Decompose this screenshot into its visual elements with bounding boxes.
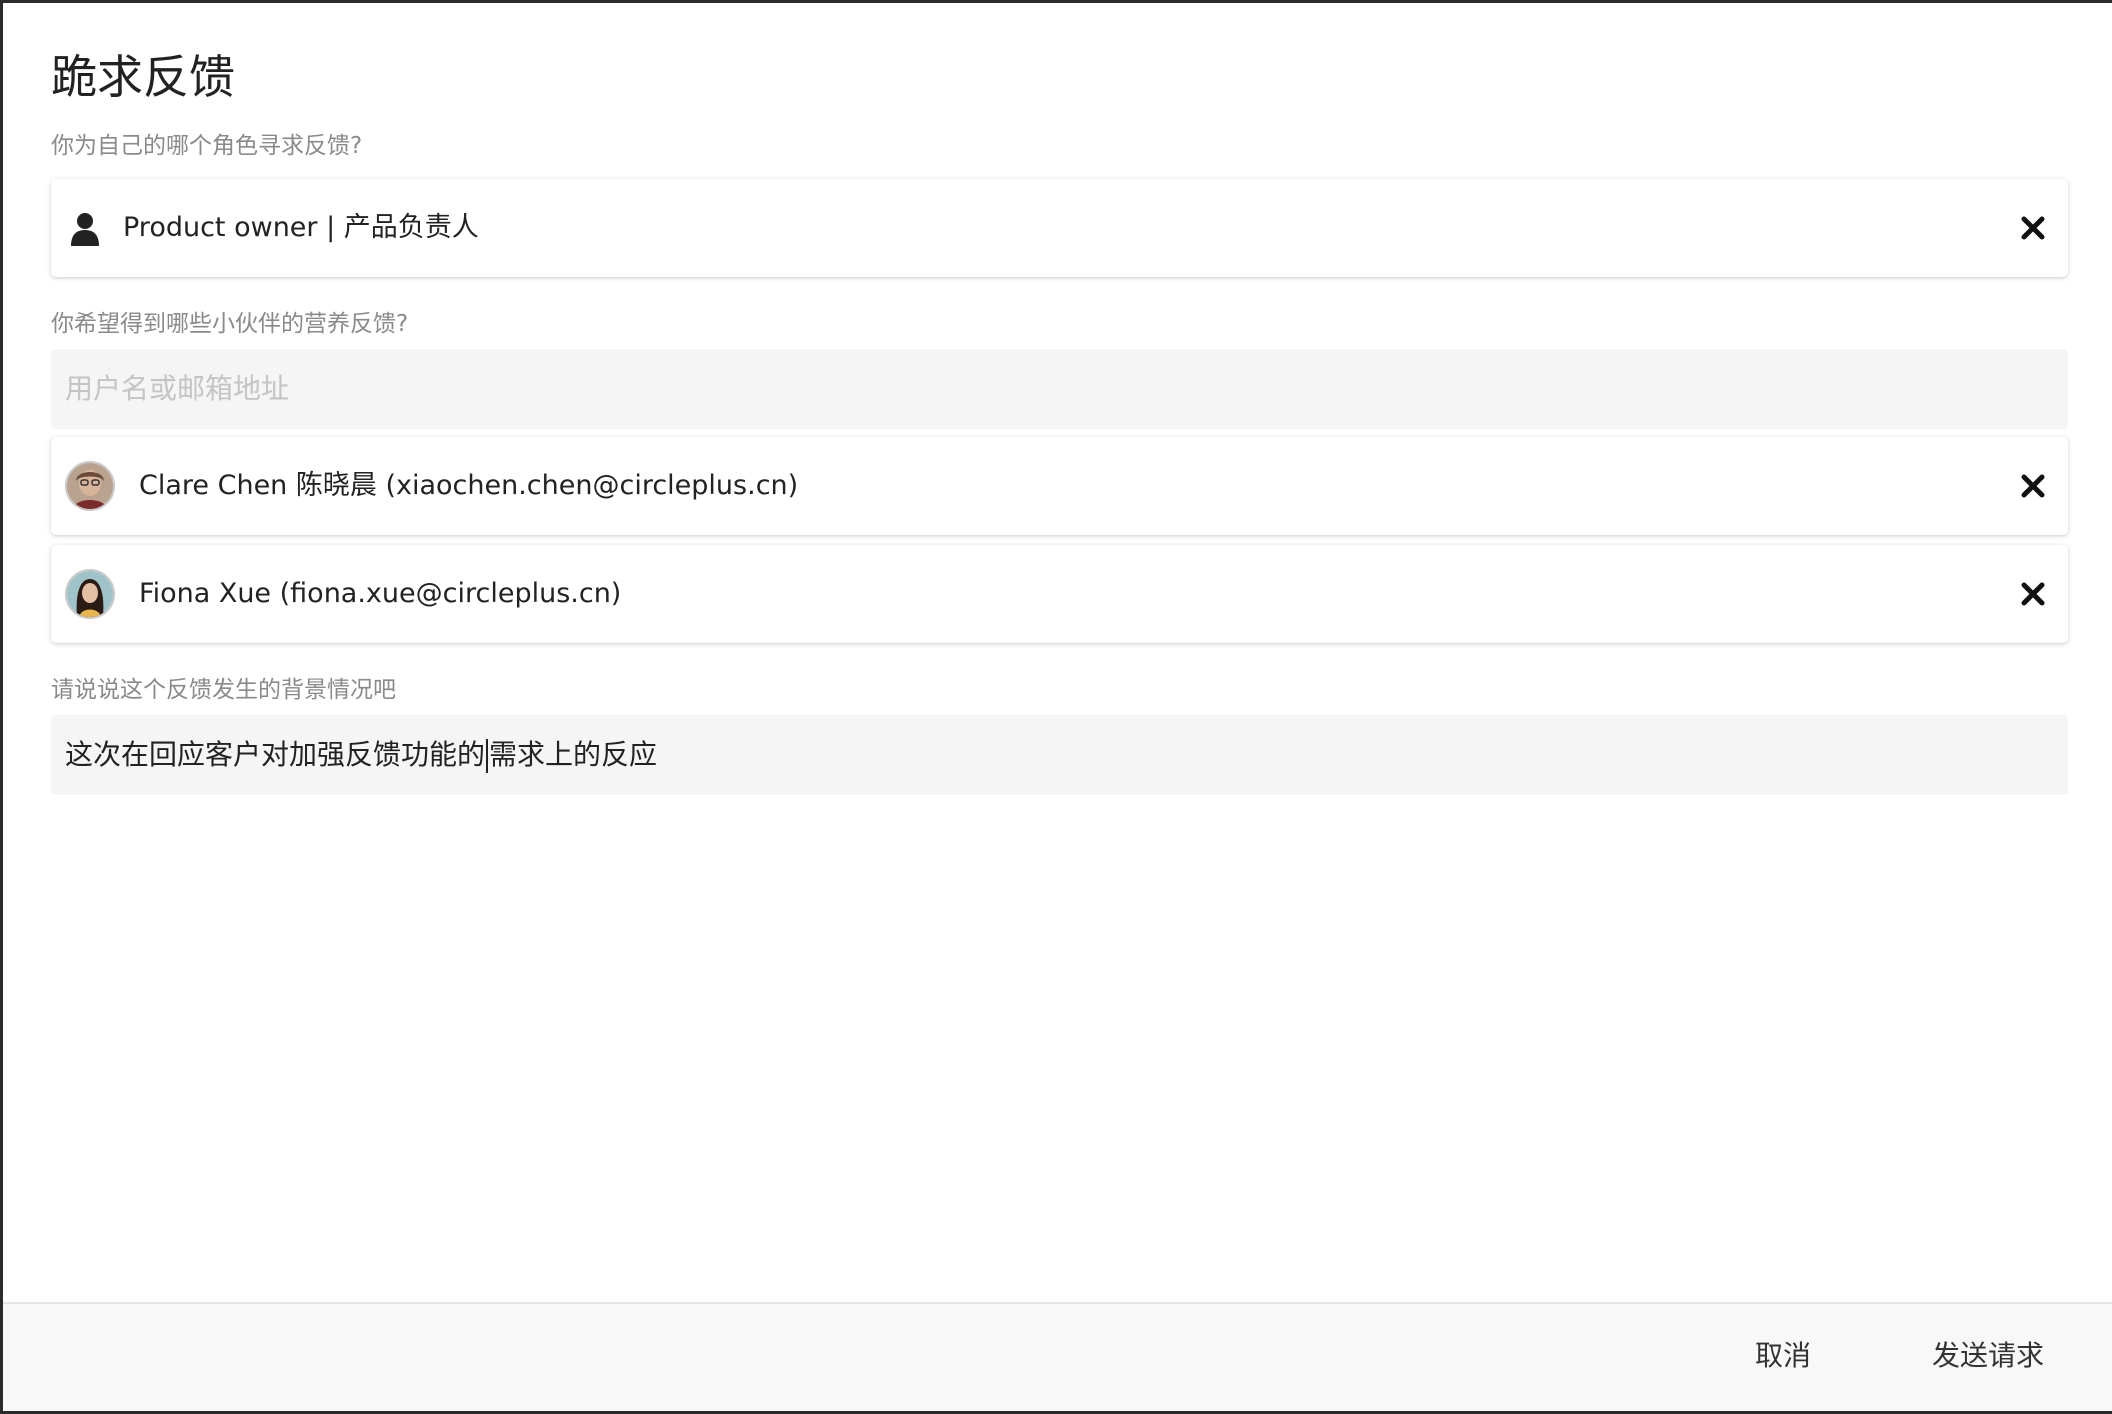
avatar xyxy=(67,571,113,617)
peer-display-text: Clare Chen 陈晓晨 (xiaochen.chen@circleplus… xyxy=(139,470,799,501)
context-label: 请说说这个反馈发生的背景情况吧 xyxy=(51,677,396,703)
remove-role-close-icon[interactable] xyxy=(2020,215,2046,241)
send-request-button[interactable]: 发送请求 xyxy=(1932,1336,2044,1376)
dialog-footer: 取消 发送请求 xyxy=(3,1302,2112,1411)
clare-avatar-icon xyxy=(67,463,113,509)
context-text-after-caret: 需求上的反应 xyxy=(489,738,658,771)
feedback-request-dialog: 跪求反馈 你为自己的哪个角色寻求反馈? Product owner | 产品负责… xyxy=(3,3,2112,1411)
remove-peer-close-icon[interactable] xyxy=(2020,581,2046,607)
context-text-before-caret: 这次在回应客户对加强反馈功能的 xyxy=(65,738,486,771)
text-caret xyxy=(486,739,489,773)
peer-search-input[interactable]: 用户名或邮箱地址 xyxy=(51,349,2068,429)
remove-peer-close-icon[interactable] xyxy=(2020,473,2046,499)
selected-role-chip[interactable]: Product owner | 产品负责人 xyxy=(51,179,2068,277)
peers-label: 你希望得到哪些小伙伴的营养反馈? xyxy=(51,311,409,337)
selected-peer-chip[interactable]: Clare Chen 陈晓晨 (xiaochen.chen@circleplus… xyxy=(51,437,2068,535)
selected-peer-chip[interactable]: Fiona Xue (fiona.xue@circleplus.cn) xyxy=(51,545,2068,643)
avatar xyxy=(67,463,113,509)
dialog-title: 跪求反馈 xyxy=(51,50,235,104)
context-textarea[interactable]: 这次在回应客户对加强反馈功能的 需求上的反应 xyxy=(51,715,2068,795)
user-icon xyxy=(71,213,99,246)
role-label: 你为自己的哪个角色寻求反馈? xyxy=(51,133,363,159)
fiona-avatar-icon xyxy=(67,571,113,617)
selected-role-text: Product owner | 产品负责人 xyxy=(123,212,479,243)
cancel-button[interactable]: 取消 xyxy=(1755,1336,1811,1376)
peer-display-text: Fiona Xue (fiona.xue@circleplus.cn) xyxy=(139,578,622,609)
